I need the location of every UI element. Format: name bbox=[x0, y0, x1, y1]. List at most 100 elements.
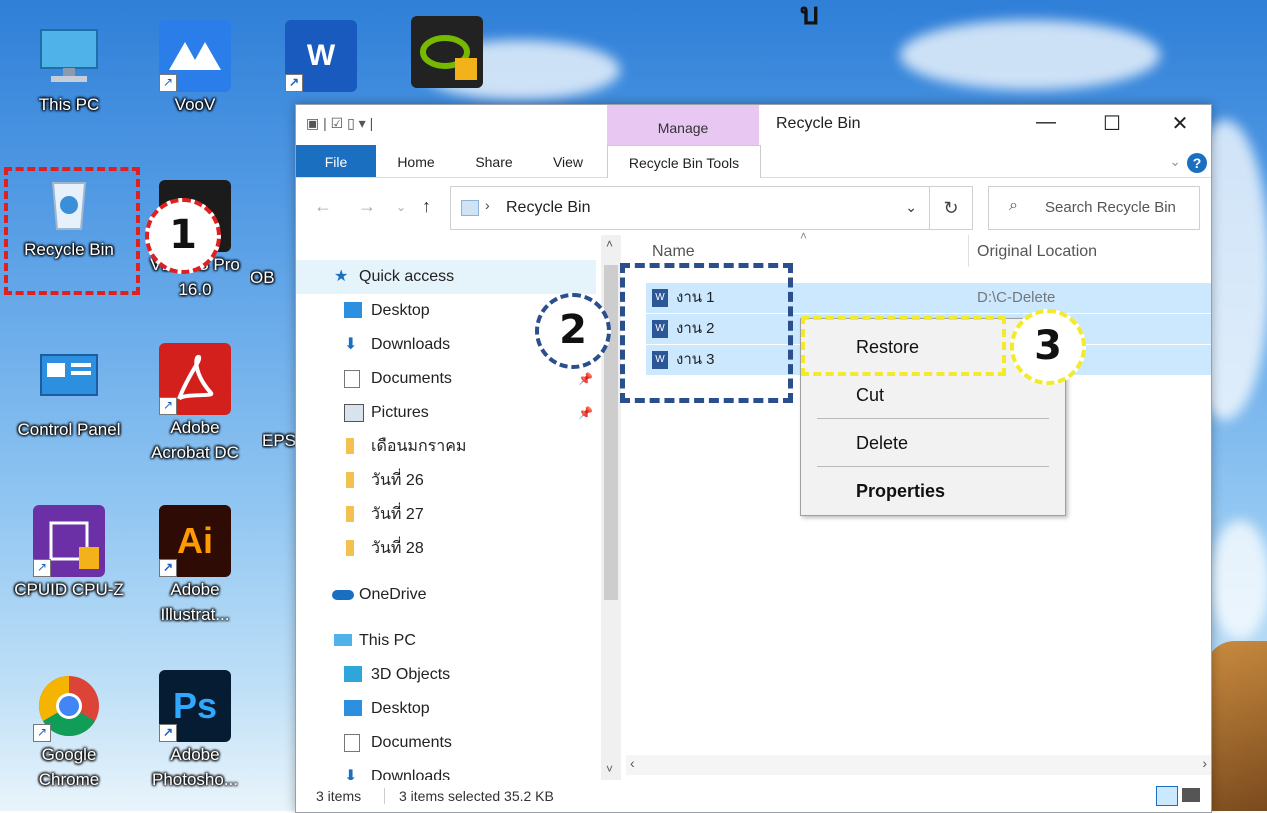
nav-folder[interactable]: วันที่ 27 bbox=[296, 498, 596, 532]
desktop-icon-cpuz[interactable]: ↗ CPUID CPU-Z bbox=[14, 505, 124, 602]
large-icons-view-icon[interactable] bbox=[1182, 788, 1200, 802]
nav-documents-pc[interactable]: Documents bbox=[296, 726, 596, 760]
pictures-icon bbox=[344, 404, 364, 422]
close-button[interactable]: ✕ bbox=[1160, 111, 1200, 136]
scroll-right-icon[interactable]: › bbox=[1202, 755, 1207, 771]
voov-icon: ↗ bbox=[159, 20, 231, 92]
shortcut-arrow-icon: ↗ bbox=[159, 559, 177, 577]
minimize-button[interactable]: — bbox=[1026, 111, 1066, 134]
nav-label: This PC bbox=[359, 632, 416, 649]
address-bar[interactable]: › Recycle Bin ⌄ bbox=[450, 186, 930, 230]
nav-downloads-pc[interactable]: ⬇ Downloads bbox=[296, 760, 596, 780]
menu-separator bbox=[817, 418, 1049, 419]
shortcut-arrow-icon: ↗ bbox=[285, 74, 303, 92]
help-icon[interactable]: ? bbox=[1187, 153, 1207, 173]
nav-this-pc[interactable]: This PC bbox=[296, 624, 596, 658]
ribbon-expand-icon[interactable]: ⌄ bbox=[1169, 153, 1181, 170]
nav-folder[interactable]: วันที่ 28 bbox=[296, 532, 596, 566]
desktop-icon-label: This PC bbox=[38, 95, 100, 114]
step-marker-2: 2 bbox=[535, 293, 611, 369]
menu-item-properties[interactable]: Properties bbox=[801, 471, 1065, 511]
back-button[interactable]: ← bbox=[314, 196, 332, 217]
nav-desktop-pc[interactable]: Desktop bbox=[296, 692, 596, 726]
tab-file[interactable]: File bbox=[296, 145, 376, 177]
folder-icon bbox=[346, 438, 354, 454]
nav-label: Desktop bbox=[371, 700, 430, 717]
desktop-icon-chrome[interactable]: ↗ Google Chrome bbox=[14, 670, 124, 792]
desktop-icon-nvidia[interactable] bbox=[392, 16, 502, 88]
nav-label: Pictures bbox=[371, 404, 429, 421]
scroll-up-icon[interactable]: ˄ bbox=[606, 237, 613, 251]
download-arrow-icon: ⬇ bbox=[344, 768, 358, 780]
desktop-icon-acrobat[interactable]: ↗ Adobe Acrobat DC bbox=[140, 343, 250, 465]
acrobat-icon: ↗ bbox=[159, 343, 231, 415]
desktop-icon-control-panel[interactable]: Control Panel bbox=[14, 345, 124, 442]
column-header-name[interactable]: Name bbox=[652, 243, 695, 261]
tab-view[interactable]: View bbox=[540, 145, 596, 177]
cube-icon bbox=[344, 666, 362, 682]
folder-icon bbox=[346, 472, 354, 488]
document-icon bbox=[344, 734, 360, 752]
nav-folder[interactable]: วันที่ 26 bbox=[296, 464, 596, 498]
desktop-icon-photoshop[interactable]: Ps ↗ Adobe Photosho... bbox=[140, 670, 250, 792]
address-row: ← → ⌄ ↑ › Recycle Bin ⌄ ↻ ⌕ Search Recyc… bbox=[296, 178, 1211, 234]
nvidia-icon bbox=[411, 16, 483, 88]
nav-folder[interactable]: เดือนมกราคม bbox=[296, 430, 596, 464]
scroll-left-icon[interactable]: ‹ bbox=[630, 755, 635, 771]
title-bar: ▣ | ☑ ▯ ▾ | Manage Recycle Bin — ☐ ✕ bbox=[296, 105, 1211, 145]
search-placeholder: Search Recycle Bin bbox=[1045, 199, 1176, 216]
tab-share[interactable]: Share bbox=[464, 145, 524, 177]
desktop-icon-word[interactable]: W ↗ bbox=[266, 20, 376, 92]
highlight-recycle-bin bbox=[4, 167, 140, 295]
details-view-icon[interactable] bbox=[1156, 786, 1178, 806]
desktop-icon-illustrator[interactable]: Ai ↗ Adobe Illustrat... bbox=[140, 505, 250, 627]
tab-home[interactable]: Home bbox=[386, 145, 446, 177]
desktop-icon-label: Adobe Photosho... bbox=[151, 745, 238, 789]
nav-3d-objects[interactable]: 3D Objects bbox=[296, 658, 596, 692]
breadcrumb[interactable]: Recycle Bin bbox=[506, 199, 590, 217]
nav-pictures[interactable]: Pictures 📌 bbox=[296, 396, 596, 430]
photoshop-icon: Ps ↗ bbox=[159, 670, 231, 742]
document-icon bbox=[344, 370, 360, 388]
nav-label: 3D Objects bbox=[371, 666, 451, 683]
up-button[interactable]: ↑ bbox=[422, 196, 431, 217]
nav-quick-access[interactable]: ★ Quick access bbox=[296, 260, 596, 294]
tab-recycle-bin-tools[interactable]: Recycle Bin Tools bbox=[607, 145, 761, 178]
illustrator-icon: Ai ↗ bbox=[159, 505, 231, 577]
refresh-button[interactable]: ↻ bbox=[930, 186, 973, 230]
column-divider bbox=[968, 235, 969, 267]
top-character: บ bbox=[800, 0, 820, 32]
file-explorer-window: ▣ | ☑ ▯ ▾ | Manage Recycle Bin — ☐ ✕ Fil… bbox=[295, 104, 1212, 813]
nav-documents[interactable]: Documents 📌 bbox=[296, 362, 596, 396]
chevron-down-icon[interactable]: ⌄ bbox=[905, 199, 917, 216]
quick-access-toolbar[interactable]: ▣ | ☑ ▯ ▾ | bbox=[306, 115, 373, 132]
nav-label: Quick access bbox=[359, 268, 455, 285]
desktop-icon-this-pc[interactable]: This PC bbox=[14, 20, 124, 117]
step-marker-3: 3 bbox=[1010, 309, 1086, 385]
desktop-icon-label: Adobe Illustrat... bbox=[160, 580, 230, 624]
search-input[interactable]: ⌕ Search Recycle Bin bbox=[988, 186, 1200, 230]
desktop-icon-label: VooV bbox=[174, 95, 216, 114]
nav-onedrive[interactable]: OneDrive bbox=[296, 578, 596, 612]
desktop-icon-voov[interactable]: ↗ VooV bbox=[140, 20, 250, 117]
menu-separator bbox=[817, 466, 1049, 467]
recent-locations-button[interactable]: ⌄ bbox=[396, 200, 406, 214]
computer-icon bbox=[334, 634, 352, 646]
column-header-location[interactable]: Original Location bbox=[977, 243, 1097, 261]
selection-info: 3 items selected 35.2 KB bbox=[399, 788, 554, 804]
forward-button[interactable]: → bbox=[358, 196, 376, 217]
status-divider bbox=[384, 788, 385, 804]
manage-tab[interactable]: Manage bbox=[607, 105, 759, 145]
pin-icon[interactable]: 📌 bbox=[578, 396, 593, 430]
desktop-icon-label: Adobe Acrobat DC bbox=[151, 418, 239, 462]
maximize-button[interactable]: ☐ bbox=[1092, 111, 1132, 136]
rock-image bbox=[1205, 641, 1267, 811]
download-arrow-icon: ⬇ bbox=[344, 336, 358, 353]
menu-item-delete[interactable]: Delete bbox=[801, 423, 1065, 463]
scroll-down-icon[interactable]: ˅ bbox=[606, 762, 613, 776]
nav-label: เดือนมกราคม bbox=[371, 438, 467, 455]
window-title: Recycle Bin bbox=[776, 115, 861, 132]
horizontal-scrollbar[interactable]: ‹ › bbox=[626, 755, 1211, 775]
highlight-files bbox=[620, 263, 793, 403]
menu-item-cut[interactable]: Cut bbox=[801, 375, 1065, 415]
